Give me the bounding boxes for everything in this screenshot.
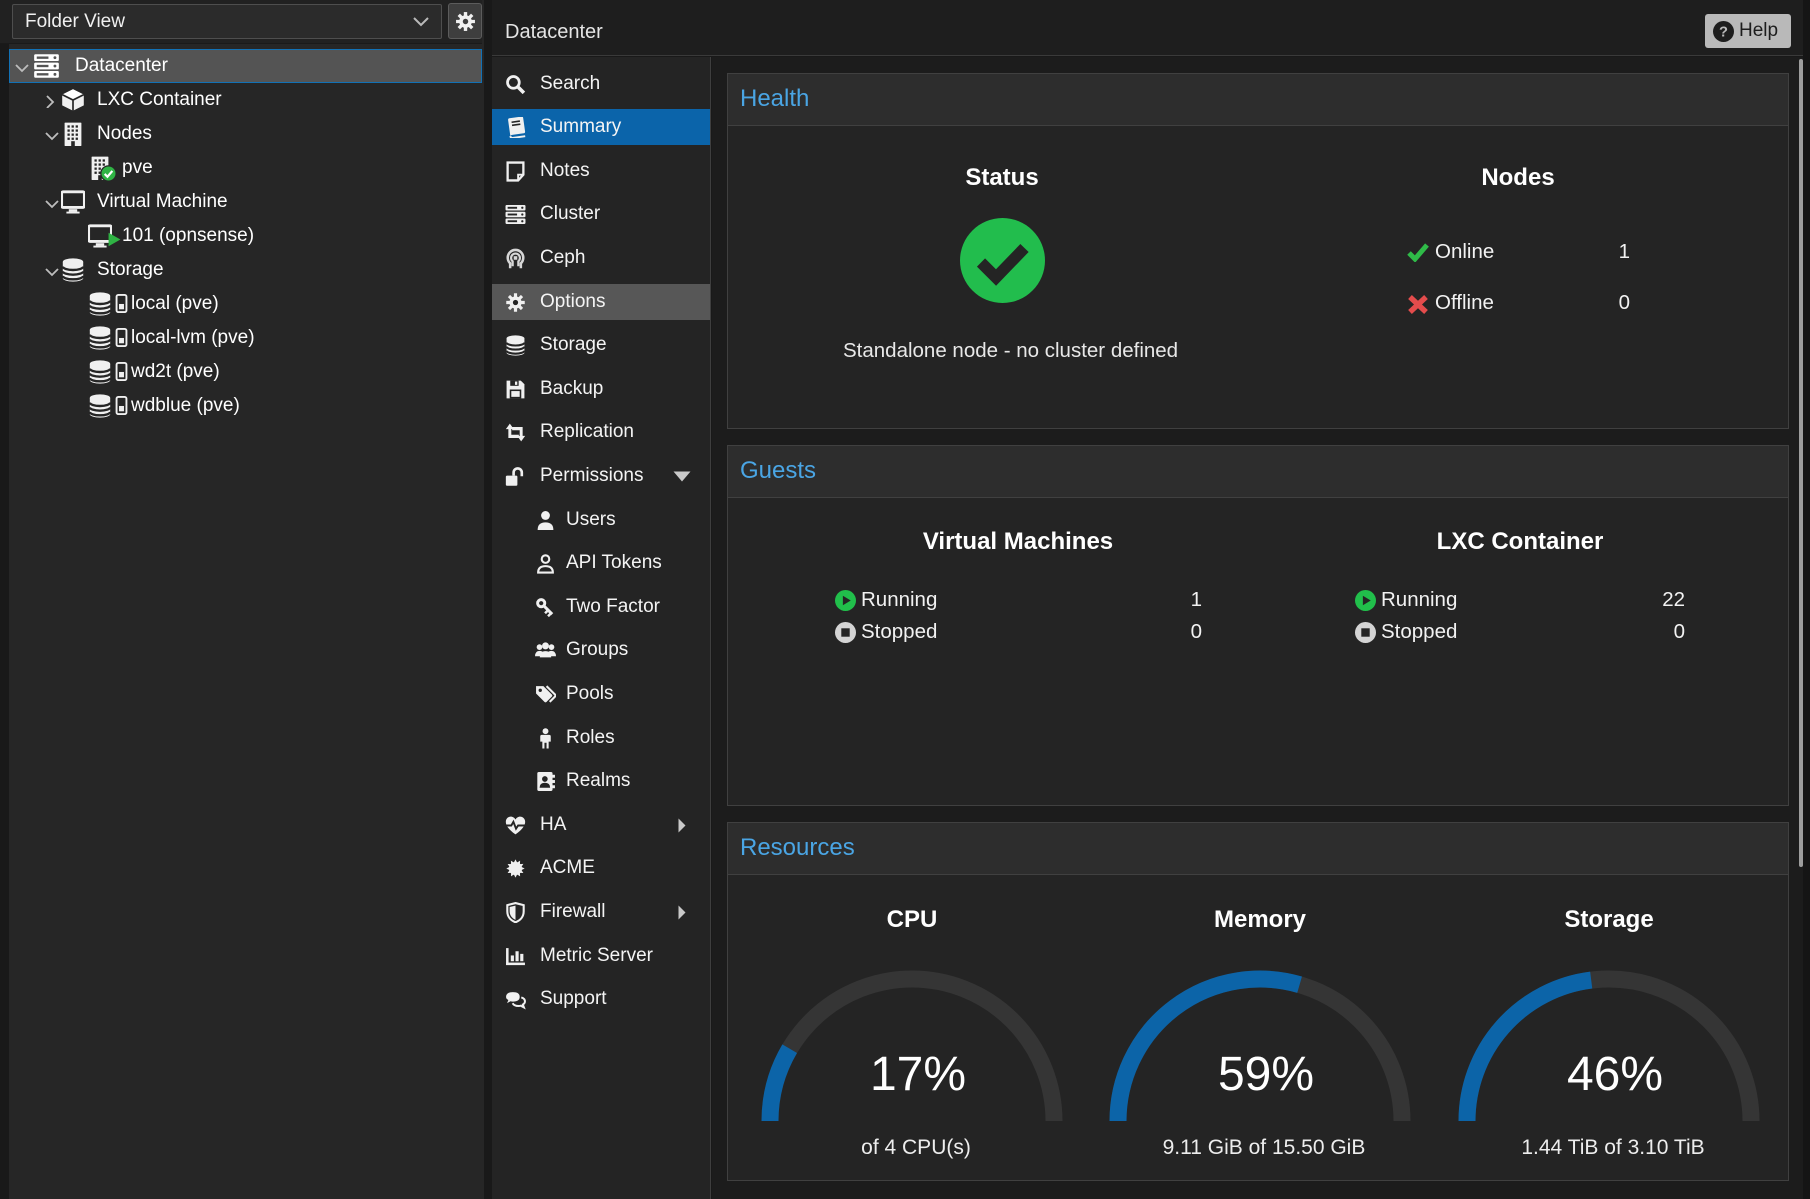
svg-text:?: ? (1719, 24, 1728, 40)
